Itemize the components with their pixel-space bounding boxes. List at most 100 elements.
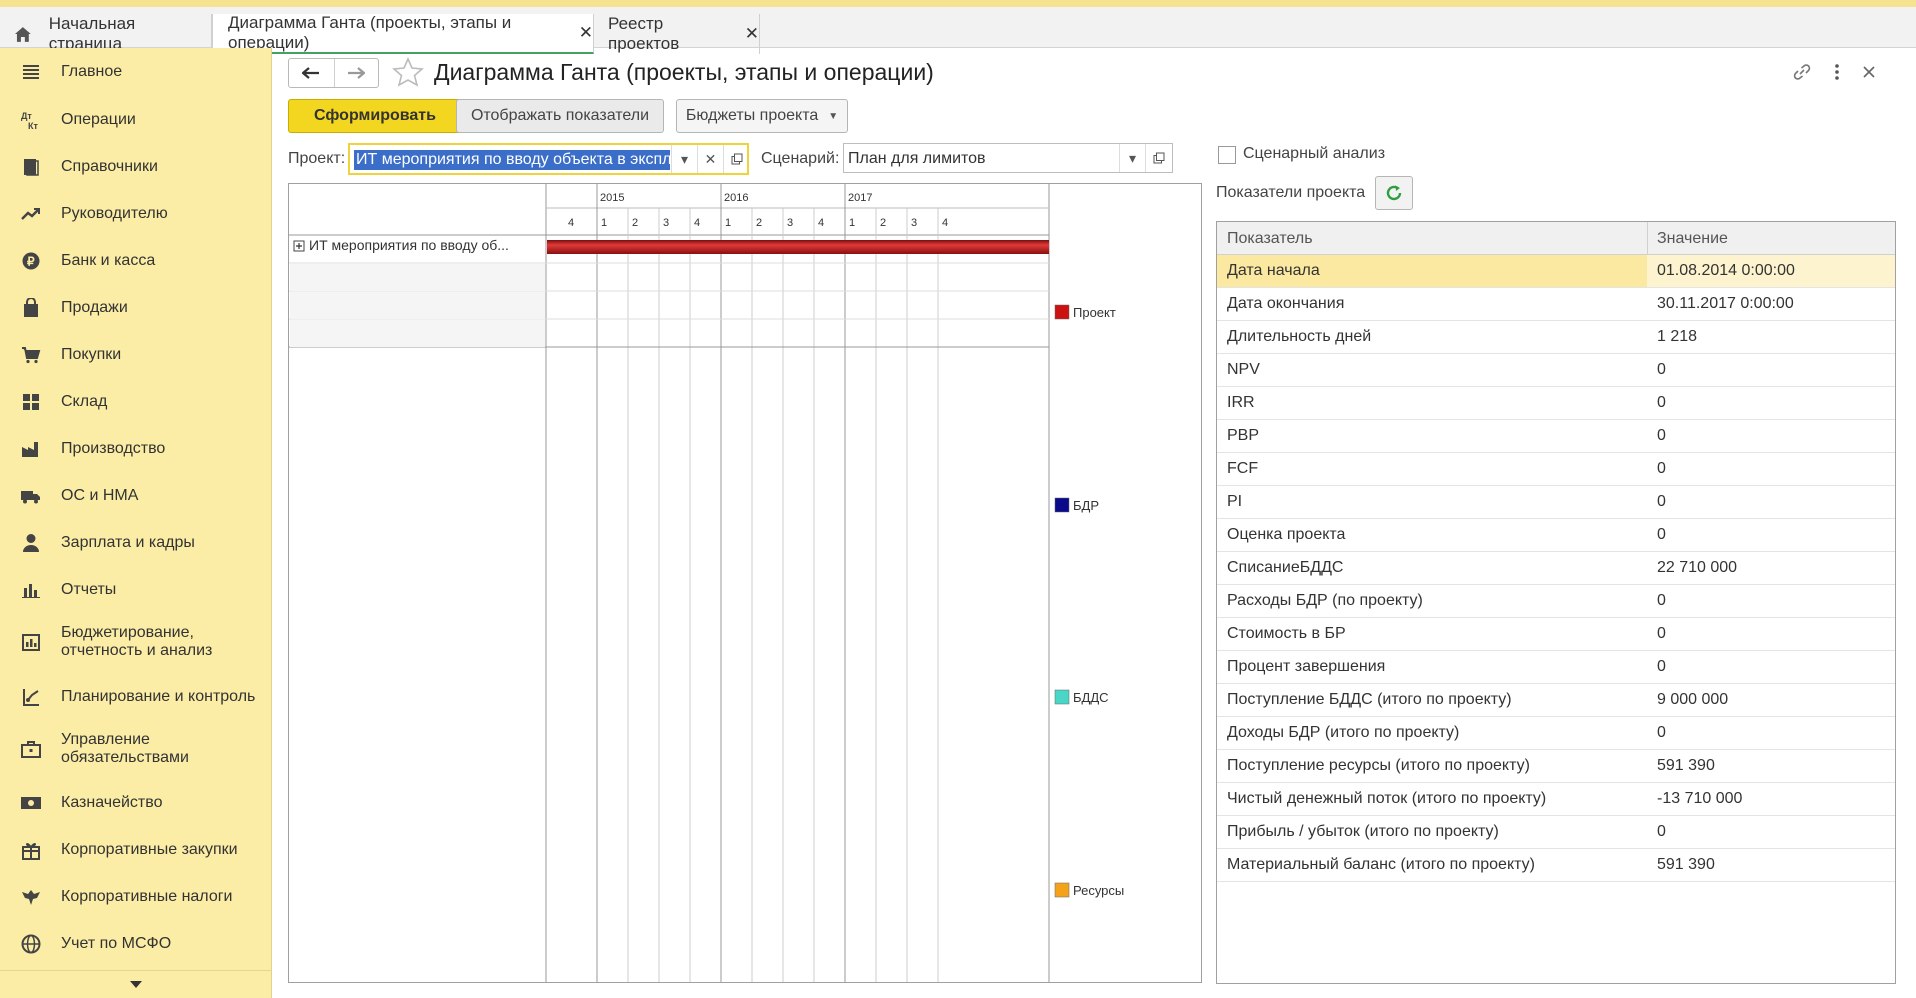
table-row[interactable]: СписаниеБДДС 22 710 000 [1217, 552, 1895, 585]
table-row[interactable]: Дата начала 01.08.2014 0:00:00 [1217, 255, 1895, 288]
close-form-icon[interactable] [1862, 65, 1876, 79]
table-row[interactable]: Доходы БДР (итого по проекту) 0 [1217, 717, 1895, 750]
table-row[interactable]: Длительность дней 1 218 [1217, 321, 1895, 354]
forward-button[interactable] [333, 59, 379, 87]
sidebar-item-19[interactable]: Учет по МСФО [0, 924, 272, 964]
sidebar-item-1[interactable]: Главное [0, 52, 272, 92]
sidebar-item-6[interactable]: Продажи [0, 288, 272, 328]
generate-button[interactable]: Сформировать [288, 99, 462, 133]
indicator-name: Процент завершения [1227, 658, 1386, 675]
legend-label: Ресурсы [1073, 883, 1124, 898]
truck-icon [20, 485, 42, 507]
indicator-value: 0 [1657, 427, 1666, 444]
indicator-value: 0 [1657, 394, 1666, 411]
sidebar-item-7[interactable]: Покупки [0, 335, 272, 375]
year-label: 2017 [848, 192, 872, 204]
table-row[interactable]: Материальный баланс (итого по проекту) 59… [1217, 849, 1895, 882]
table-row[interactable]: Поступление ресурсы (итого по проекту) 59… [1217, 750, 1895, 783]
sidebar-item-label: Планирование и контроль [61, 688, 256, 705]
table-row[interactable]: IRR 0 [1217, 387, 1895, 420]
project-input[interactable]: ИТ мероприятия по вводу объекта в эксплу… [354, 150, 670, 170]
sidebar-item-9[interactable]: Производство [0, 429, 272, 469]
indicator-name: Оценка проекта [1227, 526, 1346, 543]
gantt-empty-row [290, 264, 545, 291]
dropdown-icon[interactable]: ▾ [1119, 144, 1145, 172]
sidebar-item-16[interactable]: Казначейство [0, 783, 272, 823]
sidebar-item-18[interactable]: Корпоративные налоги [0, 877, 272, 917]
refresh-button[interactable] [1375, 176, 1413, 210]
open-icon[interactable] [1145, 144, 1171, 172]
legend-label: БДР [1073, 498, 1099, 513]
close-icon[interactable]: ✕ [745, 24, 759, 44]
more-vertical-icon[interactable] [1834, 63, 1840, 81]
sidebar-item-label: Бюджетирование, отчетность и анализ [61, 624, 213, 659]
gantt-bar [547, 240, 1049, 254]
legend-label: Проект [1073, 305, 1116, 320]
table-row[interactable]: NPV 0 [1217, 354, 1895, 387]
home-icon [14, 26, 31, 42]
gantt-svg: 4 1 2 3 4 1 2 3 4 1 2 3 4 2015 2016 2017 ИТ мероприятия … [289, 184, 1124, 982]
scenario-input[interactable]: План для лимитов [848, 150, 986, 168]
sidebar-item-4[interactable]: Руководителю [0, 194, 272, 234]
table-row[interactable]: Стоимость в БР 0 [1217, 618, 1895, 651]
table-row[interactable]: PI 0 [1217, 486, 1895, 519]
table-row[interactable]: Прибыль / убыток (итого по проекту) 0 [1217, 816, 1895, 849]
table-row[interactable]: Чистый денежный поток (итого по проекту)… [1217, 783, 1895, 816]
sidebar-item-label: Продажи [61, 299, 128, 316]
year-label: 2015 [600, 192, 624, 204]
project-budgets-button[interactable]: Бюджеты проекта ▼ [676, 99, 848, 133]
scenario-label: Сценарий: [761, 150, 840, 167]
table-row[interactable]: Процент завершения 0 [1217, 651, 1895, 684]
open-icon[interactable] [723, 145, 749, 173]
table-row[interactable]: Поступление БДДС (итого по проекту) 9 000… [1217, 684, 1895, 717]
favorite-star-icon[interactable] [392, 57, 424, 87]
indicator-name: Дата начала [1227, 262, 1320, 279]
quarter-label: 4 [568, 217, 574, 229]
sidebar-item-11[interactable]: Зарплата и кадры [0, 523, 272, 563]
sidebar-item-2[interactable]: Дт Кт Операции [0, 100, 272, 140]
show-indicators-button[interactable]: Отображать показатели [456, 99, 664, 133]
tab-registry[interactable]: Реестр проектов ✕ [594, 14, 760, 54]
indicator-name: Стоимость в БР [1227, 625, 1346, 642]
legend-swatch [1054, 497, 1070, 513]
close-icon[interactable]: ✕ [579, 23, 593, 43]
sidebar-item-8[interactable]: Склад [0, 382, 272, 422]
globe-icon [20, 933, 42, 955]
project-field[interactable]: ИТ мероприятия по вводу объекта в эксплу… [348, 143, 749, 175]
clear-icon[interactable]: ✕ [697, 145, 723, 173]
table-row[interactable]: Дата окончания 30.11.2017 0:00:00 [1217, 288, 1895, 321]
header-value: Значение [1657, 230, 1728, 247]
bag-icon [20, 297, 42, 319]
table-row[interactable]: PBP 0 [1217, 420, 1895, 453]
scenario-analysis-checkbox[interactable] [1218, 146, 1236, 164]
eagle-icon [20, 886, 42, 908]
indicator-value: 0 [1657, 592, 1666, 609]
scenario-field[interactable]: План для лимитов ▾ [843, 143, 1173, 173]
gantt-empty-row [290, 320, 545, 347]
sidebar-more-button[interactable] [0, 970, 272, 998]
gantt-chart[interactable]: 4 1 2 3 4 1 2 3 4 1 2 3 4 2015 2016 2017 ИТ мероприятия … [288, 183, 1202, 983]
indicator-name: PI [1227, 493, 1243, 510]
sidebar-item-10[interactable]: ОС и НМА [0, 476, 272, 516]
sidebar-item-15[interactable]: Управление обязательствами [0, 729, 272, 769]
section-tabs-bar: Начальная страница Диаграмма Ганта (прое… [0, 0, 1916, 54]
table-row[interactable]: Расходы БДР (по проекту) 0 [1217, 585, 1895, 618]
sidebar-item-17[interactable]: Корпоративные закупки [0, 830, 272, 870]
quarter-label: 3 [911, 217, 917, 229]
sidebar-item-3[interactable]: Справочники [0, 147, 272, 187]
indicator-value: 22 710 000 [1657, 559, 1738, 576]
scenario-analysis-label: Сценарный анализ [1243, 145, 1386, 162]
table-row[interactable]: Оценка проекта 0 [1217, 519, 1895, 552]
sidebar-item-13[interactable]: Бюджетирование, отчетность и анализ [0, 622, 272, 662]
quarter-label: 1 [601, 217, 607, 229]
link-icon[interactable] [1792, 62, 1812, 82]
sidebar-item-label: Отчеты [61, 581, 117, 598]
table-row[interactable]: FCF 0 [1217, 453, 1895, 486]
indicator-name: Расходы БДР (по проекту) [1227, 592, 1423, 609]
sidebar-item-12[interactable]: Отчеты [0, 570, 272, 610]
dropdown-icon[interactable]: ▾ [671, 145, 697, 173]
sidebar-item-14[interactable]: Планирование и контроль [0, 677, 272, 717]
sidebar-item-5[interactable]: ₽ Банк и касса [0, 241, 272, 281]
indicator-value: 0 [1657, 658, 1666, 675]
back-button[interactable] [289, 59, 334, 87]
